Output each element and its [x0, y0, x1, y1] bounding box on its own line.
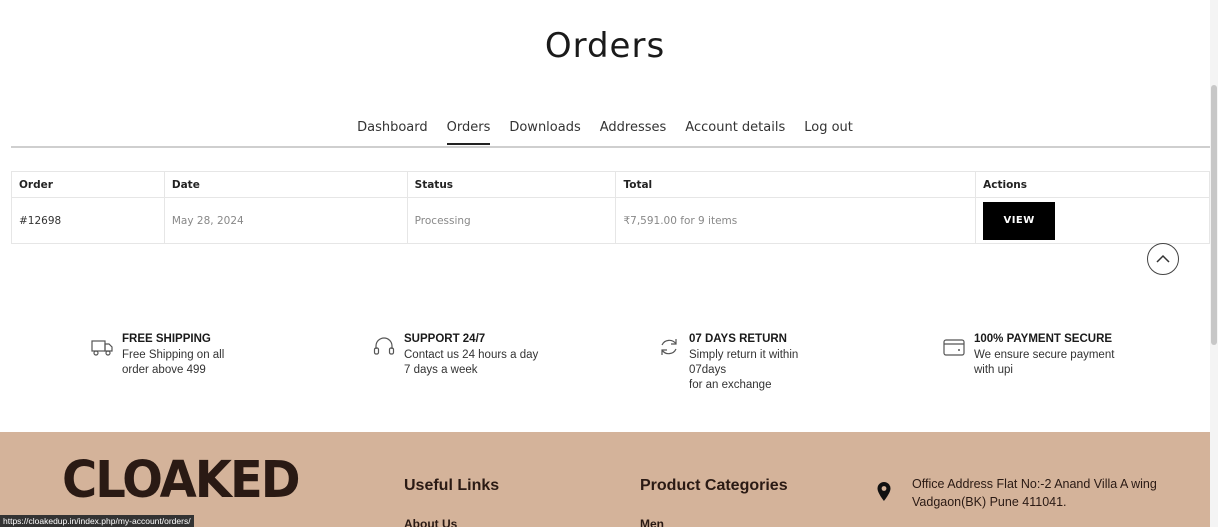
feature-desc: We ensure secure payment with upi — [974, 349, 1115, 376]
footer-link-about-us[interactable]: About Us — [404, 517, 457, 527]
feature-support: SUPPORT 24/7 Contact us 24 hours a day 7… — [372, 333, 538, 378]
feature-return: 07 DAYS RETURN Simply return it within 0… — [657, 333, 798, 393]
feature-title: SUPPORT 24/7 — [404, 333, 486, 345]
page-title: Orders — [544, 26, 666, 66]
nav-dashboard[interactable]: Dashboard — [357, 120, 428, 145]
order-actions: VIEW — [975, 197, 1210, 244]
location-pin-icon — [877, 482, 891, 501]
office-address: Office Address Flat No:-2 Anand Villa A … — [912, 477, 1157, 509]
nav-log-out[interactable]: Log out — [804, 120, 853, 145]
nav-account-details[interactable]: Account details — [685, 120, 785, 145]
status-bar-url: https://cloakedup.in/index.php/my-accoun… — [0, 515, 194, 527]
feature-title: 07 DAYS RETURN — [689, 333, 787, 345]
feature-desc: Contact us 24 hours a day 7 days a week — [404, 349, 539, 376]
footer-link-men[interactable]: Men — [640, 517, 664, 527]
feature-desc: Free Shipping on all order above 499 — [122, 349, 225, 376]
order-status: Processing — [406, 197, 617, 244]
return-icon — [661, 339, 677, 355]
header-status: Status — [406, 171, 617, 198]
orders-table: Order Date Status Total Actions #12698 M… — [11, 171, 1210, 244]
site-footer: CLOAKED Useful Links About Us Product Ca… — [0, 432, 1210, 527]
cloaked-logo[interactable]: CLOAKED — [62, 451, 301, 510]
scrollbar-thumb[interactable] — [1211, 85, 1217, 345]
feature-free-shipping: FREE SHIPPING Free Shipping on all order… — [90, 333, 224, 378]
view-order-button[interactable]: VIEW — [983, 201, 1056, 240]
wallet-icon — [943, 339, 965, 356]
feature-title: FREE SHIPPING — [122, 333, 211, 345]
table-header-row: Order Date Status Total Actions — [11, 171, 1210, 198]
truck-icon — [91, 340, 113, 356]
table-row: #12698 May 28, 2024 Processing ₹7,591.00… — [11, 197, 1210, 244]
header-total: Total — [615, 171, 977, 198]
header-date: Date — [163, 171, 408, 198]
nav-downloads[interactable]: Downloads — [509, 120, 580, 145]
useful-links-heading: Useful Links — [404, 477, 500, 494]
order-number-link[interactable]: #12698 — [11, 197, 165, 244]
order-total: ₹7,591.00 for 9 items — [615, 197, 977, 244]
nav-divider — [11, 146, 1210, 148]
feature-title: 100% PAYMENT SECURE — [974, 333, 1113, 345]
scroll-to-top-button[interactable] — [1147, 243, 1179, 275]
feature-payment: 100% PAYMENT SECURE We ensure secure pay… — [942, 333, 1114, 378]
nav-addresses[interactable]: Addresses — [600, 120, 667, 145]
nav-orders[interactable]: Orders — [446, 120, 491, 145]
chevron-up-icon — [1156, 254, 1170, 263]
header-actions: Actions — [975, 171, 1210, 198]
product-categories-heading: Product Categories — [640, 477, 788, 494]
order-date: May 28, 2024 — [163, 197, 408, 244]
account-nav: Dashboard Orders Downloads Addresses Acc… — [0, 120, 1210, 145]
headset-icon — [373, 337, 395, 355]
header-order: Order — [11, 171, 165, 198]
feature-desc: Simply return it within 07days for an ex… — [689, 349, 799, 391]
